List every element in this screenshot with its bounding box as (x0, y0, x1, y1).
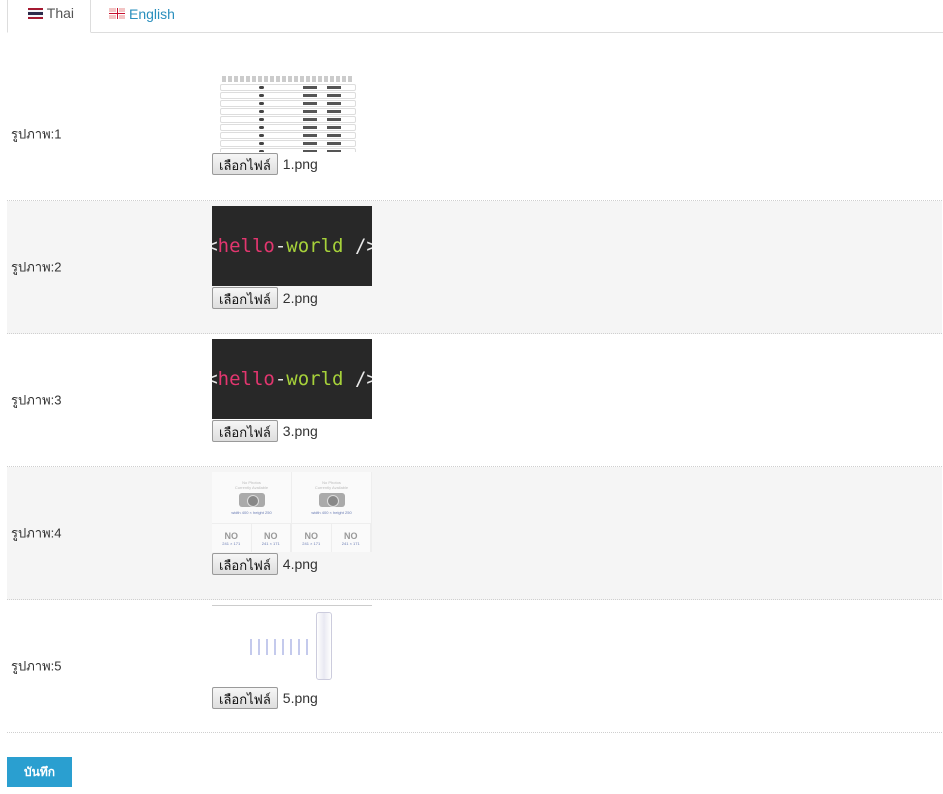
image-field: <hello-world /> เลือกไฟล์ 2.png (212, 206, 372, 309)
image-thumbnail: No Photos Currently Available width 400 × … (212, 472, 372, 552)
image-row-3: รูปภาพ:3 <hello-world /> เลือกไฟล์ 3.png (7, 334, 942, 467)
camera-icon (318, 493, 345, 507)
choose-file-button[interactable]: เลือกไฟล์ (212, 287, 278, 309)
thai-flag-icon (28, 7, 43, 19)
image-label: รูปภาพ:4 (11, 525, 62, 541)
image-row-5: รูปภาพ:5 เลือกไฟล์ 5.png (7, 600, 942, 733)
image-label: รูปภาพ:3 (11, 392, 62, 408)
choose-file-button[interactable]: เลือกไฟล์ (212, 687, 278, 709)
image-field: เลือกไฟล์ 1.png (212, 72, 364, 175)
image-row-2: รูปภาพ:2 <hello-world /> เลือกไฟล์ 2.png (7, 201, 942, 334)
image-fields: รูปภาพ:1 เลือกไฟล์ 1.png รูปภาพ:2 <hello… (7, 67, 942, 733)
file-name: 3.png (282, 423, 318, 439)
tab-thai-label: Thai (46, 5, 74, 21)
file-name: 4.png (282, 556, 318, 572)
file-name: 1.png (282, 156, 318, 172)
choose-file-button[interactable]: เลือกไฟล์ (212, 420, 278, 442)
image-label: รูปภาพ:1 (11, 126, 62, 141)
image-thumbnail: <hello-world /> (212, 206, 372, 286)
image-thumbnail (212, 605, 372, 686)
image-row-1: รูปภาพ:1 เลือกไฟล์ 1.png (7, 67, 942, 201)
file-name: 2.png (282, 290, 318, 306)
save-button[interactable]: บันทึก (7, 757, 72, 787)
image-label: รูปภาพ:5 (11, 658, 62, 674)
image-thumbnail (212, 72, 364, 152)
camera-icon (238, 493, 265, 507)
image-field: <hello-world /> เลือกไฟล์ 3.png (212, 339, 372, 442)
choose-file-button[interactable]: เลือกไฟล์ (212, 553, 278, 575)
image-field: No Photos Currently Available width 400 × … (212, 472, 372, 575)
choose-file-button[interactable]: เลือกไฟล์ (212, 153, 278, 175)
language-tabs: Thai English (7, 0, 943, 33)
tab-english-label: English (129, 5, 175, 22)
image-row-4: รูปภาพ:4 No Photos Currently Available wid… (7, 467, 942, 600)
file-name: 5.png (282, 690, 318, 706)
uk-flag-icon (109, 8, 125, 19)
image-field: เลือกไฟล์ 5.png (212, 605, 372, 709)
tab-english[interactable]: English (93, 0, 191, 33)
image-thumbnail: <hello-world /> (212, 339, 372, 419)
image-label: รูปภาพ:2 (11, 259, 62, 275)
tab-thai[interactable]: Thai (7, 0, 91, 33)
